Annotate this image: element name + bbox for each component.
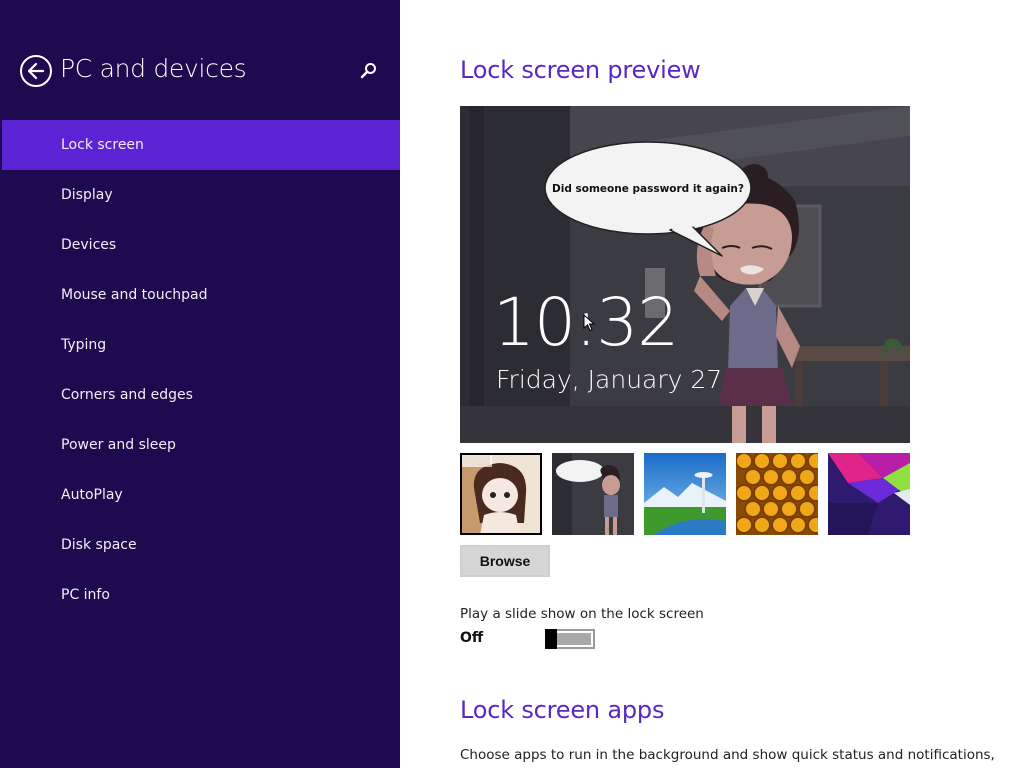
toggle-knob[interactable]: [545, 629, 557, 649]
back-arrow-icon: [27, 62, 45, 80]
sidebar: PC and devices Lock screen Display Devic…: [0, 0, 400, 768]
browse-button[interactable]: Browse: [460, 545, 550, 577]
sidebar-item-typing[interactable]: Typing: [0, 320, 400, 370]
sidebar-item-display[interactable]: Display: [0, 170, 400, 220]
slideshow-toggle[interactable]: [545, 629, 595, 649]
main-content: Lock screen preview Did someone password…: [400, 0, 1024, 768]
sidebar-item-pc-info[interactable]: PC info: [0, 570, 400, 620]
search-icon: [360, 63, 376, 79]
sidebar-nav: Lock screen Display Devices Mouse and to…: [0, 120, 400, 620]
sidebar-item-autoplay[interactable]: AutoPlay: [0, 470, 400, 520]
sidebar-item-devices[interactable]: Devices: [0, 220, 400, 270]
thumbnail-space-needle[interactable]: [644, 453, 726, 535]
sidebar-item-power-and-sleep[interactable]: Power and sleep: [0, 420, 400, 470]
sidebar-item-disk-space[interactable]: Disk space: [0, 520, 400, 570]
thumbnail-cartoon-speech-bubble[interactable]: [552, 453, 634, 535]
lock-screen-preview: Did someone password it again? 10:32 Fri…: [460, 106, 910, 443]
mouse-cursor-icon: [583, 314, 595, 332]
sidebar-item-mouse-and-touchpad[interactable]: Mouse and touchpad: [0, 270, 400, 320]
back-button[interactable]: [20, 55, 52, 87]
thumbnail-honeycomb[interactable]: [736, 453, 818, 535]
sidebar-item-lock-screen[interactable]: Lock screen: [2, 120, 400, 170]
thumbnail-cartoon-girl[interactable]: [460, 453, 542, 535]
sidebar-item-corners-and-edges[interactable]: Corners and edges: [0, 370, 400, 420]
background-picker: [460, 453, 912, 535]
slideshow-label: Play a slide show on the lock screen: [460, 606, 704, 622]
page-title: PC and devices: [60, 54, 247, 83]
lock-screen-preview-heading: Lock screen preview: [460, 56, 701, 84]
lock-screen-apps-heading: Lock screen apps: [460, 696, 665, 724]
lock-screen-date: Friday, January 27: [496, 365, 723, 394]
sidebar-header: PC and devices: [20, 52, 385, 92]
search-button[interactable]: [359, 61, 379, 81]
speech-bubble-text: Did someone password it again?: [552, 183, 744, 195]
slideshow-toggle-state: Off: [460, 630, 484, 646]
thumbnail-colorful-geometric[interactable]: [828, 453, 910, 535]
lock-screen-apps-description: Choose apps to run in the background and…: [460, 747, 995, 763]
